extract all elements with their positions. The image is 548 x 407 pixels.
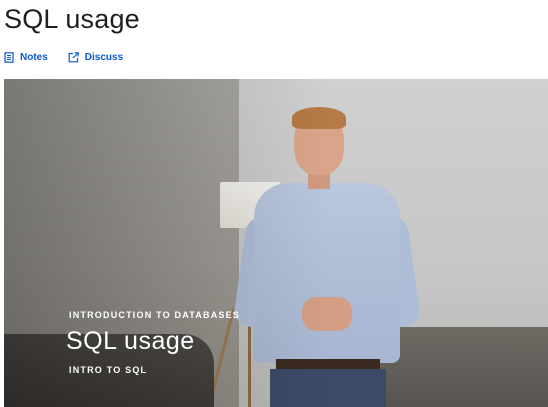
external-link-icon <box>68 52 79 63</box>
video-title: SQL usage <box>66 327 195 355</box>
notes-button[interactable]: Notes <box>4 52 48 63</box>
action-bar: Notes Discuss <box>4 52 123 63</box>
video-course-label: INTRODUCTION TO DATABASES <box>69 310 240 320</box>
discuss-button[interactable]: Discuss <box>68 52 123 63</box>
video-module-label: INTRO TO SQL <box>69 365 148 375</box>
video-player[interactable]: INTRODUCTION TO DATABASES SQL usage INTR… <box>4 79 548 407</box>
discuss-label: Discuss <box>84 52 124 63</box>
video-shade-overlay <box>4 79 548 407</box>
notes-icon <box>4 52 14 63</box>
notes-label: Notes <box>20 52 48 63</box>
page-title: SQL usage <box>4 4 140 34</box>
